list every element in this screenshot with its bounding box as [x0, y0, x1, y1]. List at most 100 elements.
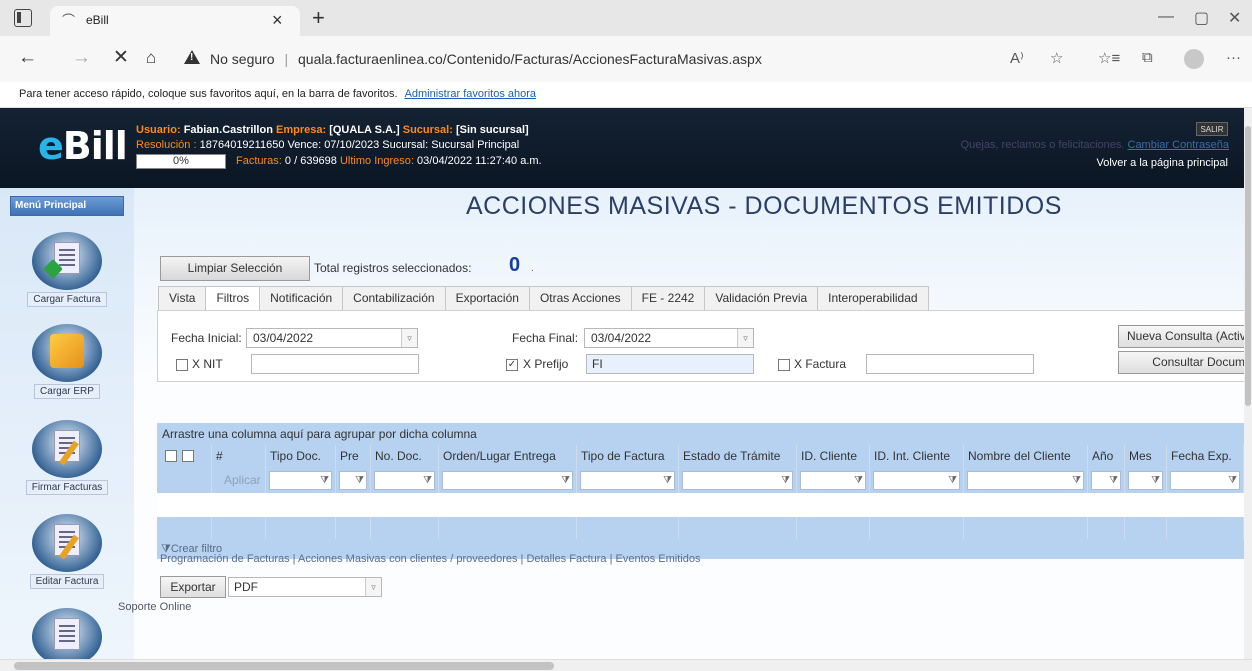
filter-input-ano[interactable]: ⧩	[1091, 471, 1121, 490]
col-header-ano[interactable]: Año	[1088, 445, 1125, 469]
tab-exportacion[interactable]: Exportación	[444, 286, 530, 310]
tab-filtros[interactable]: Filtros	[205, 286, 261, 311]
filter-icon[interactable]: ⧩	[1151, 473, 1160, 489]
filter-input-nombre-cliente[interactable]: ⧩	[967, 471, 1084, 490]
vertical-scrollbar-thumb[interactable]	[1245, 126, 1251, 406]
add-favorite-icon[interactable]: ☆	[1050, 49, 1063, 67]
export-format-select[interactable]: PDF ▿	[228, 577, 382, 597]
filter-input-id-cliente[interactable]: ⧩	[800, 471, 866, 490]
col-header-num[interactable]: #	[212, 445, 266, 469]
restore-icon[interactable]: ▢	[1194, 8, 1209, 28]
tab-interoperabilidad[interactable]: Interoperabilidad	[817, 286, 929, 310]
filter-icon[interactable]: ⧩	[1228, 473, 1237, 489]
col-header-pre[interactable]: Pre	[336, 445, 371, 469]
new-tab-icon[interactable]: +	[312, 6, 325, 30]
forward-icon[interactable]: →	[72, 48, 91, 68]
ebill-logo[interactable]: eBill	[38, 126, 128, 166]
filter-input-id-int-cliente[interactable]: ⧩	[873, 471, 960, 490]
clear-selection-button[interactable]: Limpiar Selección	[160, 256, 310, 281]
col-header-id-int-cliente[interactable]: ID. Int. Cliente	[870, 445, 964, 469]
stop-icon[interactable]: ✕	[113, 48, 129, 68]
col-header-no-doc[interactable]: No. Doc.	[371, 445, 439, 469]
factura-checkbox[interactable]	[778, 359, 790, 371]
nit-input[interactable]	[251, 354, 419, 374]
filter-input-mes[interactable]: ⧩	[1128, 471, 1163, 490]
tab-actions-icon[interactable]	[14, 9, 32, 27]
filter-input-orden-lugar[interactable]: ⧩	[442, 471, 573, 490]
fecha-inicial-select[interactable]: 03/04/2022 ▿	[246, 328, 418, 348]
manage-favorites-link[interactable]: Administrar favoritos ahora	[405, 88, 536, 100]
filter-icon[interactable]: ⧩	[423, 473, 432, 489]
filter-icon[interactable]: ⧩	[355, 473, 364, 489]
back-icon[interactable]: ←	[18, 48, 37, 68]
back-to-home-link[interactable]: Volver a la página principal	[1097, 157, 1228, 169]
menu-item-firmar-facturas[interactable]: Firmar Facturas	[18, 420, 116, 495]
col-header-id-cliente[interactable]: ID. Cliente	[797, 445, 870, 469]
collections-icon[interactable]: ⧉	[1142, 49, 1153, 66]
factura-input[interactable]	[866, 354, 1034, 374]
tab-validacion-previa[interactable]: Validación Previa	[704, 286, 819, 310]
main-menu-header[interactable]: Menú Principal	[10, 196, 124, 216]
select-all-checkbox[interactable]	[165, 450, 177, 462]
filter-icon[interactable]: ⧩	[320, 473, 329, 489]
apply-filter-link[interactable]: Aplicar	[216, 473, 261, 487]
filter-input-tipo-doc[interactable]: ⧩	[269, 471, 332, 490]
favorites-icon[interactable]: ☆≡	[1098, 49, 1120, 67]
tab-fe-2242[interactable]: FE - 2242	[630, 286, 706, 310]
filter-input-fecha-exp[interactable]: ⧩	[1170, 471, 1240, 490]
tab-notificacion[interactable]: Notificación	[259, 286, 344, 310]
menu-item-cargar-erp[interactable]: Cargar ERP	[18, 324, 116, 399]
filter-input-pre[interactable]: ⧩	[339, 471, 367, 490]
change-password-link[interactable]: Cambiar Contraseña	[1128, 139, 1230, 151]
query-documents-button[interactable]: Consultar Docum	[1118, 351, 1250, 374]
tab-contabilizacion[interactable]: Contabilización	[342, 286, 446, 310]
address-field[interactable]: No seguro | quala.facturaenlinea.co/Cont…	[210, 51, 762, 67]
col-header-estado-tramite[interactable]: Estado de Trámite	[679, 445, 797, 469]
read-aloud-icon[interactable]: A⁾	[1010, 49, 1024, 67]
menu-item-cargar-factura[interactable]: Cargar Factura	[18, 232, 116, 307]
fecha-final-select[interactable]: 03/04/2022 ▿	[584, 328, 754, 348]
warning-icon[interactable]	[184, 50, 200, 64]
tab-otras-acciones[interactable]: Otras Acciones	[528, 286, 632, 310]
filter-icon[interactable]: ⧩	[561, 473, 570, 489]
col-header-mes[interactable]: Mes	[1125, 445, 1167, 469]
profile-avatar-icon[interactable]	[1184, 49, 1204, 69]
filter-icon[interactable]: ⧩	[1109, 473, 1118, 489]
vertical-scrollbar[interactable]	[1244, 108, 1252, 659]
tab-close-icon[interactable]: ×	[272, 10, 283, 30]
logout-button[interactable]: SALIR	[1196, 122, 1228, 136]
filter-input-no-doc[interactable]: ⧩	[374, 471, 435, 490]
browser-tab-ebill[interactable]: ⌒ eBill ×	[50, 6, 300, 36]
col-header-tipo-factura[interactable]: Tipo de Factura	[577, 445, 679, 469]
filter-icon[interactable]: ⧩	[1072, 473, 1081, 489]
menu-item-editar-factura[interactable]: Editar Factura	[18, 514, 116, 589]
horizontal-scrollbar[interactable]	[0, 659, 1252, 671]
nit-checkbox[interactable]	[176, 359, 188, 371]
tab-vista[interactable]: Vista	[158, 286, 207, 310]
new-query-button[interactable]: Nueva Consulta (Activ	[1118, 325, 1250, 348]
feedback-link[interactable]: Quejas, reclamos o felicitaciones.	[961, 139, 1125, 151]
col-header-fecha-exp[interactable]: Fecha Exp.	[1167, 445, 1244, 469]
menu-item-partial[interactable]	[18, 608, 116, 666]
select-page-checkbox[interactable]	[182, 450, 195, 462]
filter-icon[interactable]: ⧩	[663, 473, 672, 489]
col-header-tipo-doc[interactable]: Tipo Doc.	[266, 445, 336, 469]
online-support-link[interactable]: Soporte Online	[118, 601, 191, 613]
col-header-nombre-cliente[interactable]: Nombre del Cliente	[964, 445, 1088, 469]
col-header-orden-lugar[interactable]: Orden/Lugar Entrega	[439, 445, 577, 469]
more-options-icon[interactable]: ···	[1226, 49, 1241, 66]
horizontal-scrollbar-thumb[interactable]	[14, 662, 554, 670]
bottom-navigation-links[interactable]: Programación de Facturas | Acciones Masi…	[160, 553, 700, 565]
export-button[interactable]: Exportar	[160, 576, 226, 598]
filter-icon[interactable]: ⧩	[781, 473, 790, 489]
minimize-icon[interactable]: —	[1158, 8, 1174, 26]
home-icon[interactable]: ⌂	[146, 48, 156, 68]
filter-input-tipo-factura[interactable]: ⧩	[580, 471, 675, 490]
prefijo-input[interactable]: FI	[586, 354, 754, 374]
filter-icon[interactable]: ⧩	[854, 473, 863, 489]
group-by-bar[interactable]: Arrastre una columna aquí para agrupar p…	[157, 423, 1244, 445]
filter-input-estado-tramite[interactable]: ⧩	[682, 471, 793, 490]
prefijo-checkbox[interactable]: ✓	[506, 359, 518, 371]
close-window-icon[interactable]: ✕	[1228, 8, 1241, 28]
filter-icon[interactable]: ⧩	[948, 473, 957, 489]
